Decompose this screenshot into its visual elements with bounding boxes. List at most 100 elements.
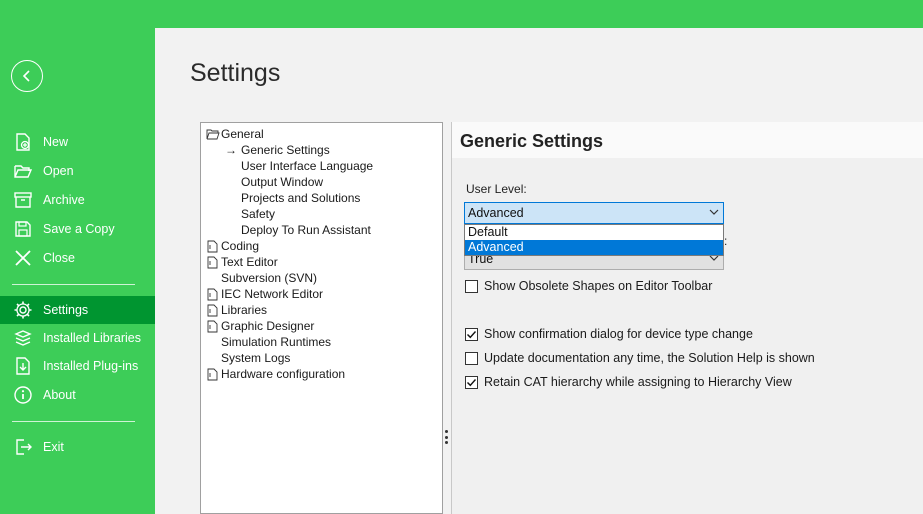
new-file-icon	[12, 131, 34, 153]
folder-icon	[206, 255, 220, 269]
checkbox-label: Show Obsolete Shapes on Editor Toolbar	[484, 279, 713, 293]
checkbox-confirm-device-type-change[interactable]: Show confirmation dialog for device type…	[465, 326, 753, 342]
tree-node-label: Coding	[221, 239, 260, 253]
sidebar-item-new[interactable]: New	[0, 128, 155, 156]
checkbox-box[interactable]	[465, 375, 478, 389]
folder-icon	[206, 367, 220, 381]
user-level-select[interactable]: Advanced	[464, 202, 724, 224]
sidebar-item-about[interactable]: About	[0, 381, 155, 409]
tree-node-label: Safety	[241, 207, 276, 221]
back-button[interactable]	[11, 60, 43, 92]
checkbox-label: Retain CAT hierarchy while assigning to …	[484, 375, 792, 389]
sidebar-divider	[12, 421, 135, 422]
tree-node-label: Simulation Runtimes	[221, 335, 332, 349]
checkbox-retain-cat-hierarchy[interactable]: Retain CAT hierarchy while assigning to …	[465, 374, 792, 390]
checkbox-update-documentation[interactable]: Update documentation any time, the Solut…	[465, 350, 815, 366]
sidebar: New Open Archive Save a Copy Close Setti…	[0, 0, 155, 514]
sidebar-item-open[interactable]: Open	[0, 157, 155, 185]
checkbox-box[interactable]	[465, 351, 478, 365]
checkbox-label: Update documentation any time, the Solut…	[484, 351, 815, 365]
archive-icon	[12, 189, 34, 211]
grip-icon	[445, 430, 448, 444]
save-copy-icon	[12, 218, 34, 240]
sidebar-item-label: Installed Plug-ins	[43, 359, 139, 373]
tree-node-label: Generic Settings	[241, 143, 330, 157]
tree-node-hardware-configuration[interactable]: Hardware configuration	[206, 366, 345, 382]
sidebar-item-label: Settings	[43, 303, 89, 317]
folder-icon	[206, 319, 220, 333]
exit-icon	[12, 436, 34, 458]
open-folder-icon	[12, 160, 34, 182]
tree-node-user-interface-language[interactable]: User Interface Language	[241, 158, 373, 174]
user-level-label: User Level:	[466, 182, 527, 196]
sidebar-item-label: Installed Libraries	[43, 331, 141, 345]
sidebar-item-close[interactable]: Close	[0, 244, 155, 272]
tree-node-subversion[interactable]: Subversion (SVN)	[221, 270, 317, 286]
sidebar-item-label: Close	[43, 251, 75, 265]
folder-icon	[206, 287, 220, 301]
tree-node-label: Text Editor	[221, 255, 278, 269]
sidebar-item-installed-plugins[interactable]: Installed Plug-ins	[0, 352, 155, 380]
sidebar-item-label: Exit	[43, 440, 64, 454]
sidebar-item-exit[interactable]: Exit	[0, 433, 155, 461]
tree-node-label: General	[221, 127, 264, 141]
tree-node-iec-network-editor[interactable]: IEC Network Editor	[206, 286, 323, 302]
checkmark-icon	[467, 330, 477, 338]
tree-node-graphic-designer[interactable]: Graphic Designer	[206, 318, 314, 334]
sidebar-item-save-copy[interactable]: Save a Copy	[0, 215, 155, 243]
tree-node-projects-solutions[interactable]: Projects and Solutions	[241, 190, 360, 206]
page-title: Settings	[190, 59, 281, 87]
tree-node-deploy-run-assistant[interactable]: Deploy To Run Assistant	[241, 222, 371, 238]
tree-node-libraries[interactable]: Libraries	[206, 302, 267, 318]
dropdown-option-advanced[interactable]: Advanced	[465, 240, 723, 255]
chevron-down-icon	[709, 209, 719, 215]
folder-icon	[206, 303, 220, 317]
folder-icon	[206, 239, 220, 253]
gear-icon	[12, 299, 34, 321]
checkmark-icon	[467, 378, 477, 386]
checkbox-show-obsolete-shapes[interactable]: Show Obsolete Shapes on Editor Toolbar	[465, 278, 712, 294]
checkbox-box[interactable]	[465, 279, 478, 293]
panel-header: Generic Settings	[452, 122, 923, 158]
sidebar-item-settings[interactable]: Settings	[0, 296, 155, 324]
tree-node-coding[interactable]: Coding	[206, 238, 259, 254]
tree-node-safety[interactable]: Safety	[241, 206, 275, 222]
checkbox-box[interactable]	[465, 327, 478, 341]
tree-node-label: Graphic Designer	[221, 319, 315, 333]
checkbox-label: Show confirmation dialog for device type…	[484, 327, 753, 341]
sidebar-item-archive[interactable]: Archive	[0, 186, 155, 214]
plugins-icon	[12, 355, 34, 377]
tree-node-general[interactable]: General	[206, 126, 264, 142]
sidebar-item-label: Open	[43, 164, 74, 178]
tree-node-label: System Logs	[221, 351, 291, 365]
sidebar-item-label: Save a Copy	[43, 222, 115, 236]
back-arrow-circle-icon	[22, 70, 30, 82]
main-content: Settings General → Generic Settings User…	[155, 28, 923, 514]
user-level-dropdown: Default Advanced	[464, 224, 724, 256]
settings-tree[interactable]: General → Generic Settings User Interfac…	[200, 122, 443, 514]
sidebar-item-installed-libraries[interactable]: Installed Libraries	[0, 324, 155, 352]
tree-node-label: Projects and Solutions	[241, 191, 361, 205]
user-level-value: Advanced	[468, 206, 524, 220]
sidebar-divider	[12, 284, 135, 285]
arrow-right-icon: →	[225, 143, 237, 157]
sidebar-item-label: Archive	[43, 193, 85, 207]
folder-open-icon	[206, 127, 220, 141]
tree-node-label: Libraries	[221, 303, 268, 317]
info-icon	[12, 384, 34, 406]
tree-node-label: Hardware configuration	[221, 367, 346, 381]
dropdown-option-default[interactable]: Default	[465, 225, 723, 240]
tree-node-simulation-runtimes[interactable]: Simulation Runtimes	[221, 334, 331, 350]
tree-node-label: Deploy To Run Assistant	[241, 223, 371, 237]
tree-node-label: Subversion (SVN)	[221, 271, 318, 285]
settings-panel: Generic Settings User Level: True : Adva…	[451, 122, 923, 514]
tree-node-generic-settings[interactable]: Generic Settings	[241, 142, 330, 158]
panel-title: Generic Settings	[460, 131, 604, 151]
tree-node-label: User Interface Language	[241, 159, 374, 173]
panel-splitter[interactable]	[443, 122, 450, 514]
libraries-icon	[12, 327, 34, 349]
tree-node-text-editor[interactable]: Text Editor	[206, 254, 278, 270]
tree-node-system-logs[interactable]: System Logs	[221, 350, 290, 366]
tree-node-output-window[interactable]: Output Window	[241, 174, 323, 190]
sidebar-item-label: New	[43, 135, 69, 149]
